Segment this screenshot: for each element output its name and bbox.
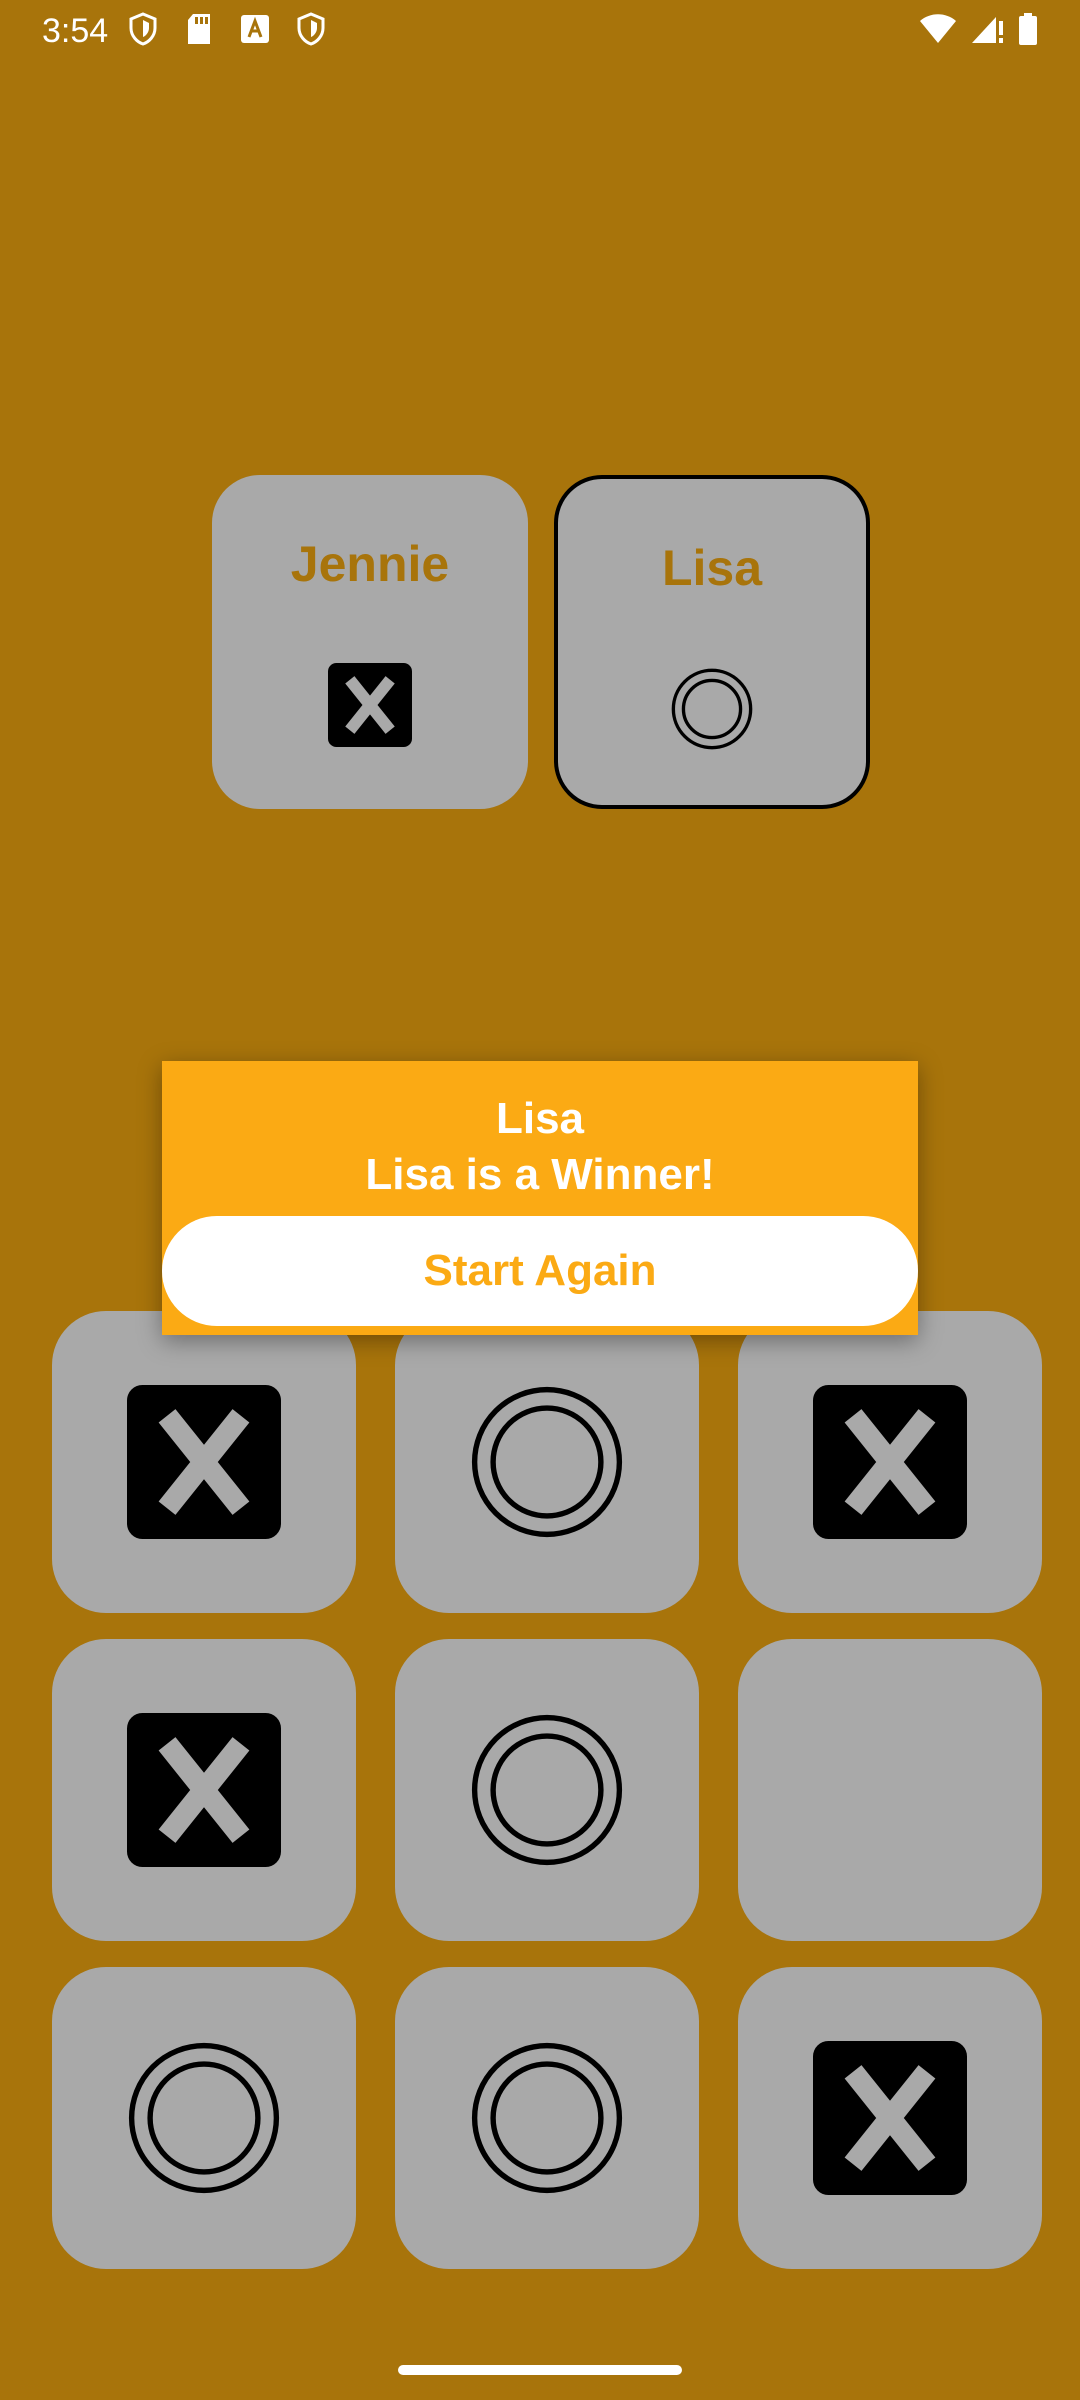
board-cell-8[interactable] — [395, 1967, 699, 2269]
board-cell-9[interactable] — [738, 1967, 1042, 2269]
winner-message: Lisa is a Winner! — [365, 1150, 715, 1199]
board-cell-6[interactable] — [738, 1639, 1042, 1941]
signal-icon — [970, 12, 1004, 46]
x-mark-icon — [813, 2041, 967, 2195]
o-mark-icon — [471, 2042, 623, 2194]
status-icons-right — [918, 12, 1040, 46]
player-card-lisa: Lisa — [554, 475, 870, 809]
board-cell-7[interactable] — [52, 1967, 356, 2269]
status-bar: 3:54 — [0, 0, 1080, 64]
sd-card-icon — [182, 12, 216, 46]
player-name: Jennie — [290, 536, 450, 592]
o-mark-icon — [471, 1714, 623, 1866]
board-cell-4[interactable] — [52, 1639, 356, 1941]
board-cell-5[interactable] — [395, 1639, 699, 1941]
x-mark-icon — [328, 663, 412, 747]
o-mark-icon — [671, 668, 753, 750]
x-mark-icon — [813, 1385, 967, 1539]
x-mark-icon — [127, 1385, 281, 1539]
dialog-title: Lisa Lisa is a Winner! — [162, 1091, 918, 1203]
o-mark-icon — [128, 2042, 280, 2194]
player-name: Lisa — [661, 540, 763, 596]
start-again-button[interactable]: Start Again — [162, 1216, 918, 1326]
board-cell-1[interactable] — [52, 1311, 356, 1613]
winner-name: Lisa — [495, 1094, 585, 1143]
o-mark-icon — [471, 1386, 623, 1538]
shield-icon — [294, 12, 328, 46]
home-gesture-bar[interactable] — [398, 2365, 682, 2375]
board-cell-3[interactable] — [738, 1311, 1042, 1613]
player-card-jennie: Jennie — [212, 475, 528, 809]
status-time: 3:54 — [42, 12, 109, 50]
shield-icon — [126, 12, 160, 46]
battery-icon — [1016, 12, 1040, 46]
x-mark-icon — [127, 1713, 281, 1867]
font-a-icon — [238, 12, 272, 46]
wifi-icon — [918, 12, 958, 46]
status-icons-left — [126, 12, 328, 46]
winner-dialog: Lisa Lisa is a Winner! Start Again — [162, 1061, 918, 1335]
board-cell-2[interactable] — [395, 1311, 699, 1613]
